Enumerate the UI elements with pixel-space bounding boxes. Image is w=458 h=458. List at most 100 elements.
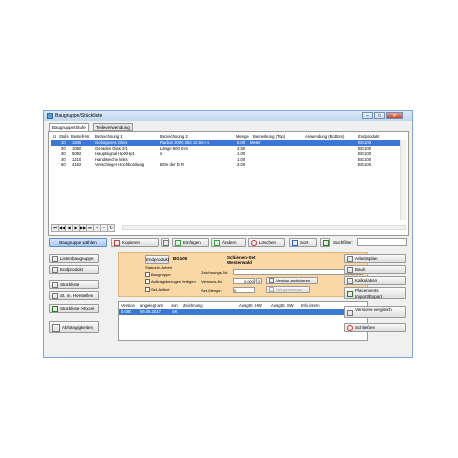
abhaengigkeiten-label: Abhängigkeiten <box>62 325 94 330</box>
abhaengigkeiten-button[interactable]: Abhängigkeiten <box>49 321 99 333</box>
cell-bezeichnung1: Verschieger Hochbordwag <box>95 162 145 167</box>
endprodukt-label: Endprodukt <box>60 267 84 272</box>
suchfilter-input[interactable] <box>357 238 407 246</box>
aendern-label: Ändern <box>222 240 237 245</box>
import-export-icon <box>347 291 353 297</box>
col-header-von[interactable]: von <box>171 303 178 308</box>
close-button[interactable]: ✕ <box>386 112 403 119</box>
col-header-bezeichnung1[interactable]: Bezeichnung 1 <box>95 134 123 139</box>
insert-icon <box>175 239 181 246</box>
check-baugruppe[interactable]: Baugruppe <box>145 272 171 278</box>
cell-version: 0.000 <box>121 309 132 314</box>
einfuegen-label: Einfügen <box>183 240 201 245</box>
col-header-anwendung[interactable]: Anwendung (Bottom) <box>305 134 344 139</box>
col-header-bestell-nr[interactable]: Bestell-Nr. <box>71 134 90 139</box>
sort-label: Sort <box>300 240 309 245</box>
versionsvergleich-label: Versions-vergleich <box>355 307 392 312</box>
set-generieren-button[interactable]: Set generieren <box>266 286 310 293</box>
bauh-button[interactable]: Bauh <box>344 265 406 274</box>
col-header-bezeichnung2[interactable]: Bezeichnung 2 <box>160 134 188 139</box>
version-archivieren-label: Version archivieren <box>276 278 311 283</box>
table-row[interactable]: 50 4162 Verschieger Hochbordwag BOe der … <box>51 162 403 168</box>
dependencies-icon <box>52 323 60 332</box>
checkbox-icon <box>145 272 150 278</box>
cell-bestell-nr: 4162 <box>72 162 82 167</box>
arbeitsplan-label: Arbeitsplan <box>355 256 378 261</box>
placements-button[interactable]: Placements Import/Export <box>344 287 406 299</box>
kopieren-button[interactable]: Kopieren <box>111 238 159 247</box>
table-row[interactable]: 0.000 06.06.2017 SK <box>119 309 367 315</box>
refresh-icon[interactable]: ↻ <box>107 224 115 232</box>
bom-window: Baugruppe/Stückliste – □ ✕ Baugruppe/Stu… <box>43 110 413 358</box>
arbeitsplan-button[interactable]: Arbeitsplan <box>344 254 406 263</box>
tab-teileverwendung[interactable]: Teileverwendung <box>93 123 133 131</box>
endprodukt-details-button[interactable]: Endprodukt <box>145 255 169 264</box>
col-header-stufe[interactable]: Stufe <box>59 134 69 139</box>
kalkulation-button[interactable]: Kalkulation <box>344 276 406 285</box>
col-header-bemerkung[interactable]: Bemerkung (Top) <box>253 134 285 139</box>
schliessen-button[interactable]: Schließen <box>344 323 406 332</box>
details-panel: Endprodukt BG100 Schienen-Set Westerwald… <box>118 252 368 297</box>
check-baugruppe-label: Baugruppe <box>151 272 171 277</box>
version-input[interactable]: 0.000 <box>233 278 255 284</box>
version-archivieren-button[interactable]: Version archivieren <box>266 277 318 284</box>
status-label: Status: <box>145 265 158 270</box>
grid-horizontal-scrollbar[interactable] <box>122 225 406 230</box>
col-header-menge[interactable]: Menge <box>236 134 249 139</box>
st-m-herstellen-button[interactable]: St. m. Herstellen <box>49 291 99 300</box>
col-header-info[interactable]: Info intern <box>301 303 320 308</box>
col-header-ausgst-sw[interactable]: AusgSt. SW <box>271 303 294 308</box>
set-generieren-label: Set generieren <box>276 287 303 292</box>
stueckliste-excel-label: Stückliste->Excel <box>60 306 95 311</box>
version-info-button[interactable]: ? <box>256 278 262 284</box>
col-header-angelegt[interactable]: angelegt am <box>140 303 163 308</box>
set-menge-label: Set-Menge: <box>201 288 222 293</box>
aendern-button[interactable]: Ändern <box>211 238 246 247</box>
check-set[interactable]: Set-Artikel <box>145 287 170 293</box>
copy-icon <box>114 239 120 246</box>
close-circle-icon <box>347 324 353 331</box>
title-bar: Baugruppe/Stückliste – □ ✕ <box>44 111 412 121</box>
list-icon <box>52 255 58 262</box>
kalkulation-label: Kalkulation <box>355 278 378 283</box>
maximize-button[interactable]: □ <box>374 112 385 119</box>
check-auftrag[interactable]: Auftragsbezogen fertigen <box>145 279 196 285</box>
record-navigator: ⏮ ◀◀ ◀ ▶ ▶▶ ⏭ + − ↻ <box>51 224 121 232</box>
col-header-ausgst-hw[interactable]: AusgSt. HW <box>239 303 262 308</box>
build-icon <box>347 266 353 273</box>
einfuegen-button[interactable]: Einfügen <box>172 238 209 247</box>
sort-button[interactable]: Sort <box>289 238 317 247</box>
set-menge-input[interactable]: 0 <box>233 287 255 293</box>
col-header-u[interactable]: U <box>53 134 56 139</box>
endprodukt-button[interactable]: Endprodukt <box>49 265 99 274</box>
tab-panel: U Stufe Bestell-Nr. Bezeichnung 1 Bezeic… <box>48 131 409 236</box>
minimize-button[interactable]: – <box>362 112 373 119</box>
bom-icon <box>52 281 58 288</box>
baugruppe-waehlen-button[interactable]: Baugruppe wählen <box>49 238 107 247</box>
suchfilter-label: Suchfilter: <box>333 240 354 245</box>
schliessen-label: Schließen <box>355 325 376 330</box>
app-icon <box>47 113 53 119</box>
endprodukt-value: BG100 <box>173 256 188 261</box>
listenbaugruppe-button[interactable]: Listenbaugruppe <box>49 254 99 263</box>
bom-grid: U Stufe Bestell-Nr. Bezeichnung 1 Bezeic… <box>51 134 407 220</box>
excel-button[interactable] <box>320 238 330 247</box>
cell-von: SK <box>172 309 178 314</box>
zeichnungs-label: Zeichnungs-Nr: <box>201 270 229 275</box>
bauh-label: Bauh <box>355 267 366 272</box>
stueckliste-button[interactable]: Stückliste <box>49 280 99 289</box>
print-button[interactable] <box>161 238 169 247</box>
kopieren-label: Kopieren <box>122 240 141 245</box>
grid-vertical-scrollbar[interactable] <box>400 140 406 220</box>
stueckliste-excel-button[interactable]: Stückliste->Excel <box>49 304 99 313</box>
col-header-zeichnung[interactable]: Zeichnung <box>183 303 203 308</box>
versionsvergleich-button[interactable]: Versions-vergleich <box>344 306 406 318</box>
loeschen-button[interactable]: Löschen <box>248 238 285 247</box>
stueckliste-label: Stückliste <box>60 282 80 287</box>
loeschen-label: Löschen <box>259 240 277 245</box>
col-header-endprodukt[interactable]: Endprodukt <box>358 134 379 139</box>
check-set-label: Set-Artikel <box>151 287 170 292</box>
calculator-icon <box>347 277 353 284</box>
col-header-version[interactable]: Version <box>121 303 135 308</box>
st-m-herstellen-label: St. m. Herstellen <box>60 293 94 298</box>
